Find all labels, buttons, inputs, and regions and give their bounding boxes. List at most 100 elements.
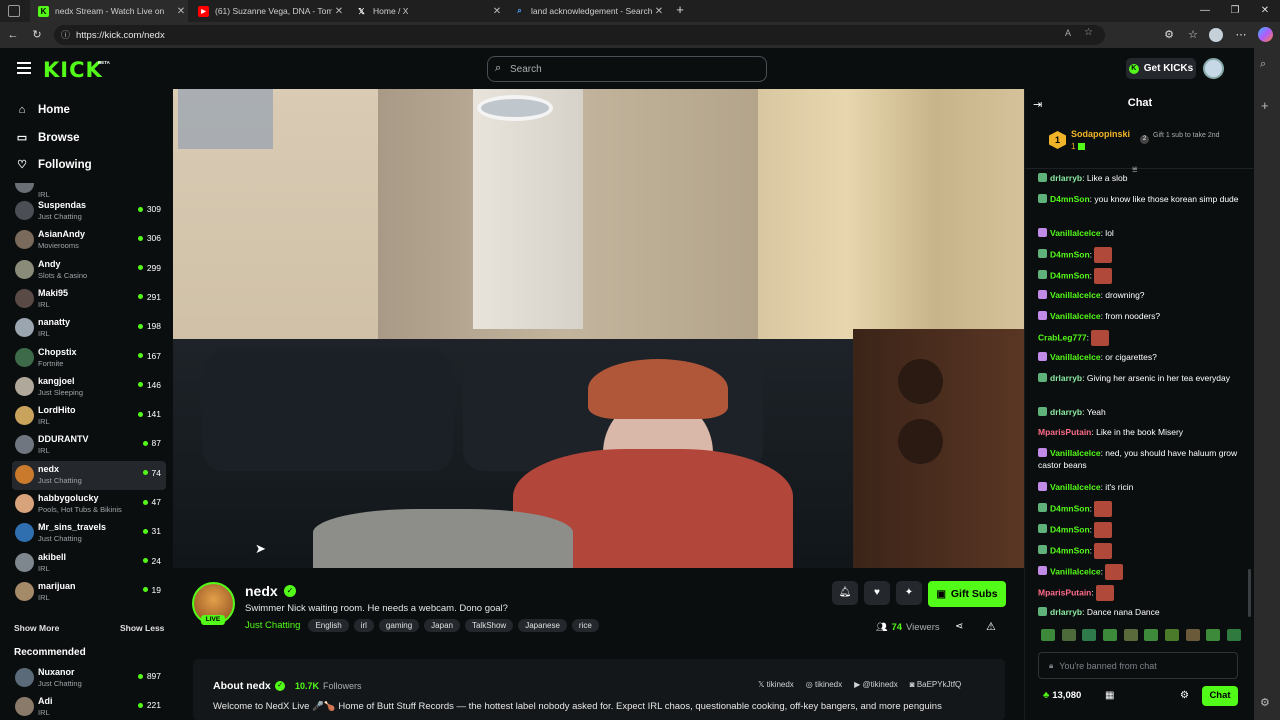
chat-username[interactable]: MparisPutain: [1038, 587, 1091, 597]
chat-settings-icon[interactable]: ⚙: [1180, 690, 1189, 701]
emote-icon[interactable]: [1144, 629, 1159, 641]
tag[interactable]: Japanese: [518, 619, 567, 632]
top-gifter-name[interactable]: Sodapopinski: [1071, 129, 1130, 139]
sidebar-channel-kangjoel[interactable]: kangjoel Just Sleeping 146: [12, 373, 166, 402]
chat-username[interactable]: Vanillalcelce: [1050, 352, 1101, 362]
sidebar-search-icon[interactable]: ⌕: [1260, 58, 1266, 71]
show-more-link[interactable]: Show More: [14, 623, 59, 633]
instagram-social-link[interactable]: ◎ tikinedx: [806, 680, 842, 689]
tab-nedx-stream[interactable]: K nedx Stream - Watch Live on ✕: [30, 0, 188, 22]
report-icon[interactable]: ⚠: [986, 620, 996, 633]
nav-home[interactable]: ⌂ Home: [16, 104, 70, 116]
share-icon[interactable]: ⋖: [955, 621, 963, 632]
emote-icon[interactable]: [1102, 629, 1117, 641]
chat-username[interactable]: D4mnSon: [1050, 249, 1090, 259]
favorite-star-icon[interactable]: ☆: [1084, 27, 1093, 38]
sidebar-channel-nuxanor[interactable]: Nuxanor Just Chatting 897: [12, 664, 166, 693]
close-tab-icon[interactable]: ✕: [332, 6, 346, 17]
sidebar-channel-andy[interactable]: Andy Slots & Casino 299: [12, 256, 166, 285]
sidebar-channel-nedx[interactable]: nedx Just Chatting 74: [12, 460, 166, 490]
minimize-button[interactable]: —: [1190, 0, 1220, 22]
chat-username[interactable]: drlarryb: [1050, 173, 1082, 183]
chat-username[interactable]: drlarryb: [1050, 407, 1082, 417]
sidebar-channel-mr-sins-travels[interactable]: Mr_sins_travels Just Chatting 31: [12, 519, 166, 548]
tag[interactable]: TalkShow: [464, 619, 514, 632]
kick-logo[interactable]: KICK: [43, 58, 103, 82]
close-tab-icon[interactable]: ✕: [490, 6, 504, 17]
search-input[interactable]: ⌕ Search: [487, 56, 767, 82]
back-icon[interactable]: ←: [4, 26, 22, 44]
sparkle-icon[interactable]: ✦: [896, 581, 922, 605]
address-bar[interactable]: ⓘ https://kick.com/nedx A ☆: [54, 25, 1105, 45]
chat-username[interactable]: D4mnSon: [1050, 545, 1090, 555]
emote-icon[interactable]: [1226, 629, 1241, 641]
category-link[interactable]: Just Chatting: [245, 620, 300, 631]
chat-username[interactable]: Vanillalcelce: [1050, 482, 1101, 492]
sidebar-add-icon[interactable]: +: [1261, 98, 1269, 113]
discord-social-link[interactable]: ◙ BaEPYkJtfQ: [910, 680, 962, 689]
x-social-link[interactable]: 𝕏 tikinedx: [758, 680, 794, 689]
tab-youtube[interactable]: ▶ (61) Suzanne Vega, DNA - Tom's D ✕: [190, 0, 346, 22]
emote-icon[interactable]: [1041, 629, 1055, 641]
chat-input[interactable]: 🔒︎ You're banned from chat: [1038, 652, 1238, 679]
get-kicks-button[interactable]: K Get KICKs: [1126, 58, 1196, 79]
sidebar-channel-maki95[interactable]: Maki95 IRL 291: [12, 285, 166, 314]
more-menu-icon[interactable]: ⋯: [1232, 26, 1250, 44]
tag[interactable]: rice: [571, 619, 599, 632]
chat-username[interactable]: D4mnSon: [1050, 270, 1090, 280]
chat-username[interactable]: D4mnSon: [1050, 503, 1090, 513]
close-tab-icon[interactable]: ✕: [174, 6, 188, 17]
sidebar-channel-adi[interactable]: Adi IRL 221: [12, 693, 166, 720]
tab-search[interactable]: ⌕ land acknowledgement - Search ✕: [506, 0, 666, 22]
tag[interactable]: gaming: [378, 619, 420, 632]
menu-icon[interactable]: [17, 62, 31, 74]
kicks-balance[interactable]: ♣ 13,080: [1043, 690, 1081, 701]
copilot-icon[interactable]: [1258, 27, 1273, 42]
chat-username[interactable]: MparisPutain: [1038, 427, 1091, 437]
emote-icon[interactable]: [1206, 629, 1221, 641]
chat-scrollbar[interactable]: [1248, 569, 1251, 617]
maximize-button[interactable]: ❐: [1220, 0, 1250, 22]
sidebar-channel-habbygolucky[interactable]: habbygolucky Pools, Hot Tubs & Bikinis 47: [12, 490, 166, 519]
chat-username[interactable]: D4mnSon: [1050, 524, 1090, 534]
site-info-icon[interactable]: ⓘ: [61, 28, 70, 41]
sidebar-settings-icon[interactable]: ⚙: [1260, 696, 1270, 709]
gift-box-icon[interactable]: ▦: [1105, 690, 1114, 701]
tab-x[interactable]: 𝕏 Home / X ✕: [348, 0, 504, 22]
chat-username[interactable]: Vanillalcelce: [1050, 566, 1101, 576]
nav-browse[interactable]: ▭ Browse: [16, 131, 80, 145]
emote-icon[interactable]: [1164, 629, 1179, 641]
gift-subs-button[interactable]: ▣ Gift Subs: [928, 581, 1006, 607]
channel-name[interactable]: nedx: [245, 583, 278, 599]
emote-icon[interactable]: [1185, 629, 1200, 641]
chat-username[interactable]: Vanillalcelce: [1050, 290, 1101, 300]
read-aloud-icon[interactable]: A: [1065, 28, 1071, 38]
tag[interactable]: irl: [353, 619, 374, 632]
chat-username[interactable]: Vanillalcelce: [1050, 228, 1101, 238]
emote-icon[interactable]: [1123, 629, 1138, 641]
emote-icon[interactable]: [1082, 629, 1097, 641]
chat-username[interactable]: CrabLeg777: [1038, 332, 1087, 342]
emote-icon[interactable]: [1061, 629, 1076, 641]
show-less-link[interactable]: Show Less: [120, 623, 164, 633]
favorites-icon[interactable]: ☆: [1184, 26, 1202, 44]
youtube-social-link[interactable]: ▶ @tikinedx: [854, 680, 898, 689]
chat-username[interactable]: Vanillalcelce: [1050, 311, 1101, 321]
chat-username[interactable]: drlarryb: [1050, 373, 1082, 383]
refresh-icon[interactable]: ↻: [28, 26, 46, 44]
sidebar-channel-lordhito[interactable]: LordHito IRL 141: [12, 402, 166, 431]
sidebar-channel-asianandy[interactable]: AsianAndy Movierooms 306: [12, 226, 166, 255]
video-player[interactable]: ➤: [173, 89, 1024, 568]
sidebar-channel-suspendas[interactable]: Suspendas Just Chatting 309: [12, 197, 166, 226]
tag[interactable]: English: [308, 619, 349, 632]
user-avatar[interactable]: [1203, 58, 1224, 79]
sidebar-channel-nanatty[interactable]: nanatty IRL 198: [12, 314, 166, 343]
sidebar-channel-akibell[interactable]: akibell IRL 24: [12, 549, 166, 578]
profile-icon[interactable]: [1209, 28, 1223, 42]
extensions-icon[interactable]: ⚙: [1160, 26, 1178, 44]
close-tab-icon[interactable]: ✕: [652, 6, 666, 17]
send-chat-button[interactable]: Chat: [1202, 686, 1238, 706]
new-tab-button[interactable]: +: [672, 2, 688, 20]
nav-following[interactable]: ♡ Following: [16, 158, 92, 172]
tab-actions-icon[interactable]: [8, 5, 20, 17]
